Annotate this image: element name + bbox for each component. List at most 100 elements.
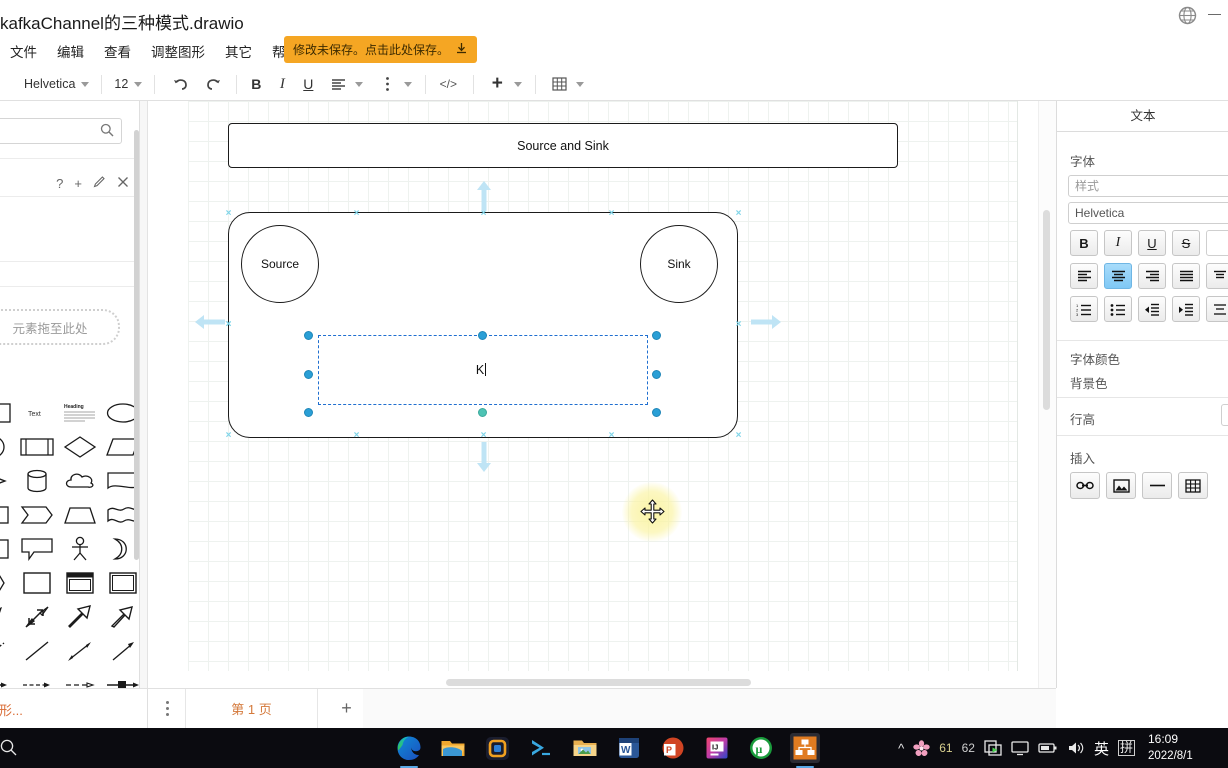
- globe-icon[interactable]: [1178, 6, 1197, 25]
- volume-icon[interactable]: [1067, 740, 1085, 756]
- shape-dashed-line[interactable]: [0, 636, 14, 666]
- style-input[interactable]: 样式: [1068, 175, 1228, 197]
- table-button[interactable]: [546, 72, 572, 96]
- shape-bidirectional-line[interactable]: [60, 636, 100, 666]
- resize-handle[interactable]: [652, 408, 661, 417]
- close-icon[interactable]: [117, 176, 129, 191]
- font-family-select[interactable]: Helvetica: [18, 74, 95, 94]
- shape-connector-dashed[interactable]: [17, 670, 57, 688]
- insert-image-button[interactable]: [1106, 472, 1136, 499]
- taskbar-terminal[interactable]: [526, 733, 556, 763]
- shape-callout[interactable]: [17, 534, 57, 564]
- shape-textbox[interactable]: Heading: [60, 398, 100, 428]
- screen-record-icon[interactable]: [984, 740, 1002, 756]
- add-page-button[interactable]: +: [330, 689, 363, 728]
- monitor-icon[interactable]: [1011, 740, 1029, 756]
- shape-cylinder[interactable]: [17, 466, 57, 496]
- panel-splitter[interactable]: [140, 101, 148, 688]
- canvas-vertical-scrollbar[interactable]: [1043, 210, 1050, 410]
- align-dropdown-button[interactable]: [351, 72, 367, 96]
- shape-trapezoid[interactable]: [60, 500, 100, 530]
- subscript-button[interactable]: [1206, 296, 1228, 322]
- help-icon[interactable]: ?: [56, 176, 63, 191]
- shape-square[interactable]: [0, 534, 14, 564]
- battery-icon[interactable]: [1038, 741, 1058, 755]
- more-options-dropdown-button[interactable]: [400, 72, 416, 96]
- unsaved-changes-save-button[interactable]: 修改未保存。点击此处保存。: [284, 36, 478, 63]
- shape-window[interactable]: [60, 568, 100, 598]
- indent-button[interactable]: [1172, 296, 1200, 322]
- line-height-input[interactable]: [1221, 404, 1228, 426]
- resize-handle[interactable]: [304, 331, 313, 340]
- align-top-button[interactable]: [1206, 263, 1228, 289]
- menu-view[interactable]: 查看: [94, 38, 141, 64]
- shape-text[interactable]: Text: [17, 398, 57, 428]
- resize-handle[interactable]: [304, 370, 313, 379]
- shape-connector-dotted[interactable]: [60, 670, 100, 688]
- align-left-button[interactable]: [325, 72, 351, 96]
- direction-arrow-right[interactable]: [749, 313, 783, 336]
- node-source-and-sink-banner[interactable]: Source and Sink: [228, 123, 898, 168]
- connect-handle[interactable]: [478, 408, 487, 417]
- menu-file[interactable]: 文件: [0, 38, 47, 64]
- italic-button[interactable]: I: [269, 72, 295, 96]
- diagram-canvas[interactable]: Source and Sink Source Sink K × × × × × …: [148, 101, 1056, 688]
- shape-frame[interactable]: [103, 568, 140, 598]
- taskbar-edge[interactable]: [394, 733, 424, 768]
- insert-button[interactable]: +: [484, 72, 510, 96]
- shape-directional-line[interactable]: [103, 636, 140, 666]
- search-icon[interactable]: [0, 739, 17, 760]
- ime-language-indicator[interactable]: 英: [1094, 738, 1109, 759]
- shape-actor[interactable]: [60, 534, 100, 564]
- font-family-input[interactable]: Helvetica: [1068, 202, 1228, 224]
- container-anchor-point[interactable]: ×: [734, 209, 743, 219]
- insert-table-button[interactable]: [1178, 472, 1208, 499]
- insert-link-button[interactable]: [1070, 472, 1100, 499]
- shape-connector-labeled[interactable]: [103, 670, 140, 688]
- taskbar-vmware[interactable]: [482, 733, 512, 763]
- taskbar-word[interactable]: W: [614, 733, 644, 763]
- resize-handle[interactable]: [478, 331, 487, 340]
- node-sink-ellipse[interactable]: Sink: [640, 225, 718, 303]
- italic-button[interactable]: I: [1104, 230, 1132, 256]
- container-anchor-point[interactable]: ×: [352, 209, 361, 219]
- container-anchor-point[interactable]: ×: [734, 320, 743, 330]
- taskbar-intellij[interactable]: IJ: [702, 733, 732, 763]
- font-size-select[interactable]: 12: [108, 74, 148, 94]
- container-anchor-point[interactable]: ×: [607, 431, 616, 441]
- shape-box[interactable]: [17, 568, 57, 598]
- strikethrough-button[interactable]: S: [1172, 230, 1200, 256]
- insert-horizontal-rule-button[interactable]: [1142, 472, 1172, 499]
- shape-circle[interactable]: [0, 432, 14, 462]
- resize-handle[interactable]: [304, 408, 313, 417]
- more-options-button[interactable]: [374, 72, 400, 96]
- taskbar-clock[interactable]: 16:09 2022/8/1: [1148, 731, 1224, 765]
- shape-block-arrow[interactable]: [60, 602, 100, 632]
- container-anchor-point[interactable]: ×: [352, 431, 361, 441]
- shape-search-input[interactable]: [0, 118, 122, 144]
- outdent-button[interactable]: [1138, 296, 1166, 322]
- underline-button[interactable]: U: [1138, 230, 1166, 256]
- numbered-list-button[interactable]: 1 2 3: [1070, 296, 1098, 322]
- shape-arrow-pentagon[interactable]: [17, 500, 57, 530]
- container-anchor-point[interactable]: ×: [224, 431, 233, 441]
- undo-button[interactable]: [167, 72, 193, 96]
- bold-button[interactable]: B: [1070, 230, 1098, 256]
- insert-dropdown-button[interactable]: [510, 72, 526, 96]
- shape-rectangle[interactable]: [0, 398, 14, 428]
- bold-button[interactable]: B: [243, 72, 269, 96]
- page-tab-1[interactable]: 第 1 页: [185, 689, 318, 728]
- shape-internal-storage[interactable]: [0, 500, 14, 530]
- resize-handle[interactable]: [652, 331, 661, 340]
- page-menu-icon[interactable]: [166, 701, 170, 719]
- shape-delay[interactable]: [0, 568, 14, 598]
- align-center-button[interactable]: [1104, 263, 1132, 289]
- direction-arrow-down[interactable]: [475, 440, 493, 479]
- canvas-horizontal-scrollbar[interactable]: [446, 679, 751, 686]
- more-shapes-link[interactable]: 图形...: [0, 700, 23, 719]
- shape-process[interactable]: [17, 432, 57, 462]
- shapes-panel-scrollbar[interactable]: [134, 130, 139, 560]
- direction-arrow-left[interactable]: [193, 313, 227, 336]
- container-anchor-point[interactable]: ×: [607, 209, 616, 219]
- container-anchor-point[interactable]: ×: [734, 431, 743, 441]
